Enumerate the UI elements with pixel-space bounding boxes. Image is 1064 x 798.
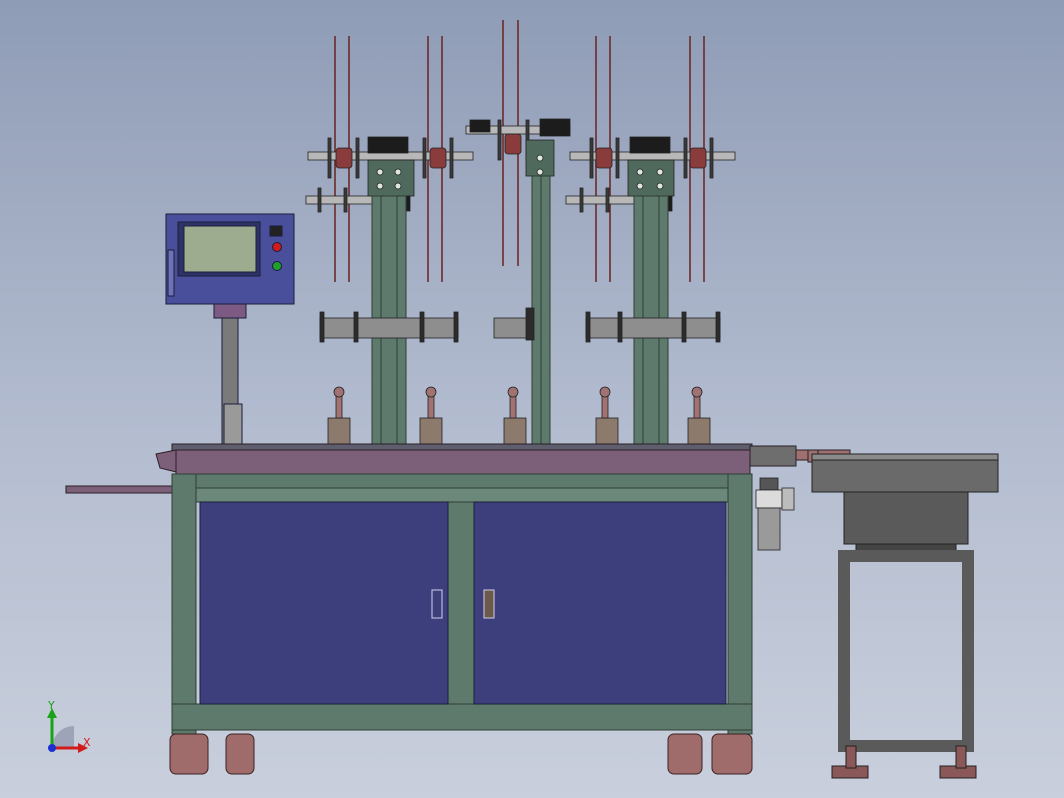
support-columns — [371, 175, 669, 449]
stop-button-icon — [272, 242, 282, 252]
triad-arc-icon — [52, 726, 74, 748]
cabinet-door-right — [473, 501, 727, 705]
x-axis-label: X — [83, 736, 91, 749]
clamp-unit-1 — [327, 386, 351, 447]
caster-wheels — [169, 733, 753, 775]
y-axis-label: Y — [47, 699, 55, 712]
door-handle-right — [483, 589, 495, 619]
air-regulator — [755, 477, 795, 551]
machine-drawing: Y X — [47, 20, 999, 779]
start-button-icon — [272, 261, 282, 271]
clamp-unit-3 — [503, 386, 527, 447]
bowl-feeder — [807, 449, 999, 779]
clamp-unit-2 — [419, 386, 443, 447]
clamp-unit-4 — [595, 386, 619, 447]
cabinet-door-left — [199, 501, 449, 705]
hmi-screen-icon — [183, 225, 257, 273]
clamp-unit-5 — [687, 386, 711, 447]
spool-assembly — [305, 20, 736, 282]
table-top — [155, 443, 851, 475]
outfeed-rail — [65, 485, 175, 494]
control-panel — [165, 213, 295, 449]
coordinate-triad: Y X — [47, 699, 91, 753]
